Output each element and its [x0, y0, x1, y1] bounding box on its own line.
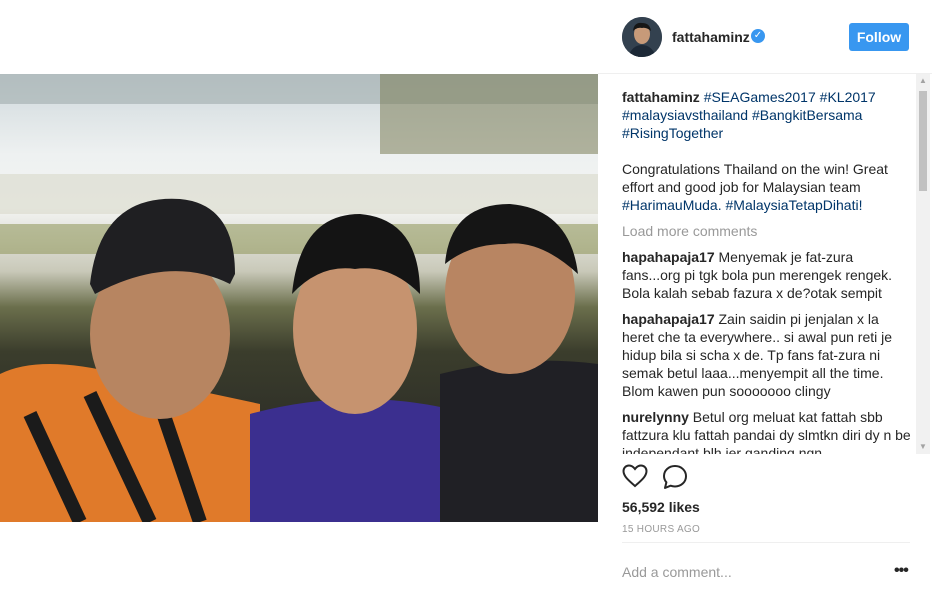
- caption-username[interactable]: fattahaminz: [622, 89, 700, 105]
- verified-badge-icon: ✓: [751, 29, 765, 43]
- hashtag[interactable]: #HarimauMuda.: [622, 197, 722, 213]
- scrollbar-thumb[interactable]: [919, 91, 927, 191]
- comment-icon[interactable]: [662, 464, 688, 490]
- comments-scrollbar[interactable]: ▲ ▼: [916, 74, 930, 454]
- post-side-panel: fattahaminz ✓ Follow fattahaminz #SEAGam…: [598, 0, 932, 595]
- hashtag[interactable]: #RisingTogether: [622, 125, 723, 141]
- caption-body: Congratulations Thailand on the win! Gre…: [622, 160, 914, 214]
- post-header: fattahaminz ✓ Follow: [598, 0, 932, 74]
- comment-item: hapahapaja17 Zain saidin pi jenjalan x l…: [622, 310, 914, 400]
- post-photo[interactable]: [0, 74, 598, 522]
- scroll-up-arrow-icon[interactable]: ▲: [916, 74, 930, 88]
- hashtag[interactable]: #BangkitBersama: [752, 107, 863, 123]
- more-options-icon[interactable]: •••: [894, 562, 909, 580]
- load-more-comments-link[interactable]: Load more comments: [622, 222, 914, 240]
- post-actions: [622, 462, 910, 494]
- hashtag[interactable]: #SEAGames2017: [704, 89, 816, 105]
- comment-username[interactable]: nurelynny: [622, 409, 689, 425]
- comment-username[interactable]: hapahapaja17: [622, 311, 715, 327]
- hashtag[interactable]: #KL2017: [820, 89, 876, 105]
- comment-username[interactable]: hapahapaja17: [622, 249, 715, 265]
- post-timestamp[interactable]: 15 HOURS AGO: [622, 524, 700, 535]
- hashtag[interactable]: #MalaysiaTetapDihati!: [726, 197, 863, 213]
- hashtag[interactable]: #malaysiavsthailand: [622, 107, 748, 123]
- comment-item: hapahapaja17 Menyemak je fat-zura fans..…: [622, 248, 914, 302]
- caption-text: Congratulations Thailand on the win! Gre…: [622, 161, 888, 195]
- avatar[interactable]: [622, 17, 662, 57]
- add-comment-input[interactable]: [622, 562, 882, 582]
- avatar-image-icon: [622, 17, 662, 57]
- comments-list[interactable]: fattahaminz #SEAGames2017 #KL2017 #malay…: [622, 88, 914, 454]
- divider: [622, 542, 910, 543]
- likes-count[interactable]: 56,592 likes: [622, 499, 700, 515]
- comment-item: nurelynny Betul org meluat kat fattah sb…: [622, 408, 914, 454]
- caption: fattahaminz #SEAGames2017 #KL2017 #malay…: [622, 88, 914, 142]
- photo-illustration: [0, 74, 598, 522]
- post-author-username[interactable]: fattahaminz: [672, 29, 750, 45]
- follow-button[interactable]: Follow: [849, 23, 909, 51]
- heart-icon[interactable]: [622, 464, 648, 488]
- scroll-down-arrow-icon[interactable]: ▼: [916, 440, 930, 454]
